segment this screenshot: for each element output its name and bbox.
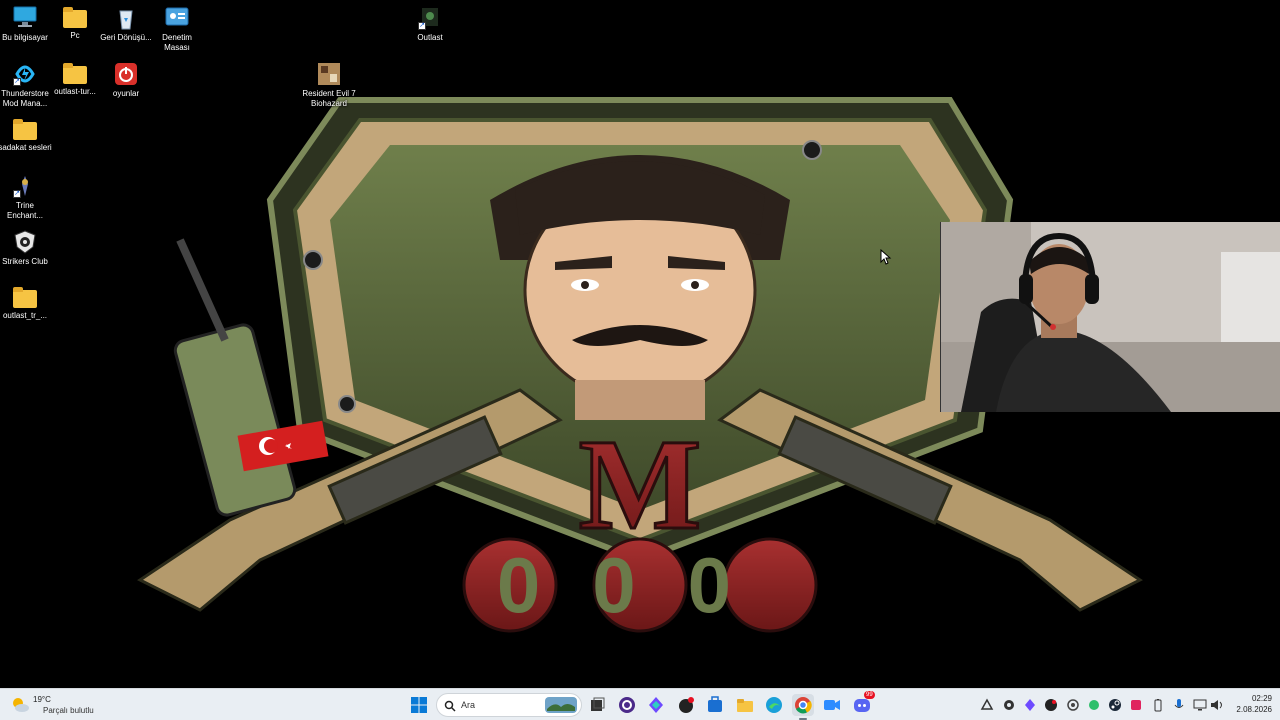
- desktop-icon-label: oyunlar: [112, 89, 140, 98]
- desktop-icon-oyunlar[interactable]: oyunlar: [98, 58, 154, 99]
- desktop-icon-resident-evil[interactable]: Resident Evil 7 Biohazard: [301, 58, 357, 109]
- task-view-icon: [591, 697, 605, 711]
- desktop-icon-label: Strikers Club: [2, 257, 48, 266]
- desktop-icon-outlast-tr-folder[interactable]: outlast_tr_...: [0, 282, 53, 321]
- desktop-icon-label: Thunderstore Mod Mana...: [1, 89, 49, 108]
- sync-icon[interactable]: [1066, 698, 1080, 712]
- desktop-icon-outlast[interactable]: ↗ Outlast: [402, 2, 458, 43]
- desktop-icon-label: Resident Evil 7 Biohazard: [302, 89, 356, 108]
- green-status-icon[interactable]: [1087, 698, 1101, 712]
- search-placeholder: Ara: [461, 700, 476, 710]
- proton-tray-icon[interactable]: [1023, 698, 1037, 712]
- folder-icon: [13, 119, 37, 140]
- taskbar-app-browser[interactable]: [616, 694, 638, 716]
- bullet-hole: [802, 140, 822, 160]
- game-tray-icon[interactable]: [1044, 698, 1058, 712]
- weather-condition: Parçalı bulutlu: [43, 706, 94, 715]
- game-shortcut-icon: ↗: [418, 6, 442, 30]
- folder-icon: [63, 63, 87, 84]
- power-app-icon: [114, 62, 138, 86]
- desktop-icon-bu-bilgisayar[interactable]: Bu bilgisayar: [0, 2, 53, 43]
- taskbar-app-store[interactable]: [704, 694, 726, 716]
- desktop-icon-label: Outlast: [417, 33, 443, 42]
- desktop-icon-pc[interactable]: Pc: [47, 2, 103, 41]
- recycle-bin-icon: [114, 6, 138, 30]
- mouse-cursor: [880, 249, 892, 265]
- webcam-overlay: [940, 222, 1280, 412]
- bullet-hole: [303, 250, 323, 270]
- desktop-icon-label: Pc: [70, 31, 80, 40]
- chrome-icon: [795, 697, 812, 714]
- taskbar-app-file-explorer[interactable]: [734, 694, 756, 716]
- taskbar-app-discord[interactable]: 99: [851, 691, 875, 716]
- desktop-icon-outlast-tur-folder[interactable]: outlast-tur...: [47, 58, 103, 97]
- proton-vpn-icon: [649, 697, 663, 713]
- desktop-icon-label: Trine Enchant...: [6, 201, 44, 220]
- monitor-icon: [13, 6, 37, 30]
- strikers-club-icon: [13, 230, 37, 254]
- weather-temperature: 19°C: [33, 695, 51, 704]
- task-view-button[interactable]: [586, 694, 608, 716]
- taskbar-search[interactable]: Ara: [436, 693, 582, 717]
- desktop-icon-control-panel[interactable]: Denetim Masası: [149, 2, 205, 53]
- discord-notification-badge: 99: [864, 691, 875, 699]
- taskbar-app-edge[interactable]: [763, 694, 785, 716]
- folder-icon: [63, 7, 87, 28]
- copilot-icon[interactable]: [980, 698, 994, 712]
- bullet-hole: [338, 395, 356, 413]
- wallpaper-digits: 000: [462, 537, 818, 633]
- desktop-icon-label: Geri Dönüşü...: [100, 33, 152, 42]
- svg-text:000: 000: [497, 541, 783, 629]
- start-icon: [411, 697, 427, 713]
- start-button[interactable]: [408, 694, 430, 716]
- red-app-icon[interactable]: [1129, 698, 1143, 712]
- desktop-icon-label: outlast_tr_...: [2, 311, 48, 320]
- system-clock[interactable]: 02:29 2.08.2026: [1226, 693, 1272, 715]
- battery-icon[interactable]: [1151, 698, 1165, 712]
- taskbar-app-proton-vpn[interactable]: [645, 694, 667, 716]
- search-icon: [444, 700, 456, 712]
- steam-icon[interactable]: [1108, 698, 1122, 712]
- taskbar: 19°C Parçalı bulutlu Ara 99 02:29 2.08.2…: [0, 688, 1280, 720]
- clock-date: 2.08.2026: [1236, 705, 1272, 714]
- trine-icon: ↗: [13, 174, 37, 198]
- mic-icon[interactable]: [1172, 698, 1186, 712]
- video-call-icon: [824, 700, 840, 710]
- edge-icon: [766, 697, 782, 713]
- app-tray-icon[interactable]: [1002, 698, 1016, 712]
- game-app-icon: [679, 697, 694, 713]
- desktop-icon-sadakat-sesleri[interactable]: sadakat sesleri: [0, 114, 53, 153]
- weather-widget[interactable]: 19°C Parçalı bulutlu: [10, 693, 110, 717]
- desktop-icon-label: Bu bilgisayar: [2, 33, 48, 42]
- search-highlight-icon: [545, 697, 577, 713]
- clock-time: 02:29: [1251, 694, 1272, 703]
- desktop-icon-label: outlast-tur...: [54, 87, 96, 96]
- desktop-icon-strikers-club[interactable]: Strikers Club: [0, 226, 53, 267]
- file-explorer-icon: [737, 699, 753, 712]
- browser-app-icon: [619, 697, 635, 713]
- desktop-icon-label: sadakat sesleri: [0, 143, 52, 152]
- resident-evil-icon: [317, 62, 341, 86]
- desktop-icon-trine[interactable]: ↗ Trine Enchant...: [0, 170, 53, 221]
- control-panel-icon: [165, 6, 189, 30]
- store-icon: [708, 696, 722, 712]
- display-icon[interactable]: [1193, 698, 1207, 712]
- desktop-icon-recycle-bin[interactable]: Geri Dönüşü...: [98, 2, 154, 43]
- wallpaper-letter: M: [579, 413, 702, 557]
- desktop-icon-label: Denetim Masası: [162, 33, 192, 52]
- desktop-icon-thunderstore[interactable]: ↗ Thunderstore Mod Mana...: [0, 58, 53, 109]
- partly-cloudy-icon: [13, 698, 29, 712]
- taskbar-app-game[interactable]: [675, 694, 697, 716]
- taskbar-app-video-call[interactable]: [821, 694, 843, 716]
- thunderstore-icon: ↗: [13, 62, 37, 86]
- taskbar-app-chrome[interactable]: [792, 694, 814, 716]
- folder-icon: [13, 287, 37, 308]
- speaker-icon[interactable]: [1210, 698, 1224, 712]
